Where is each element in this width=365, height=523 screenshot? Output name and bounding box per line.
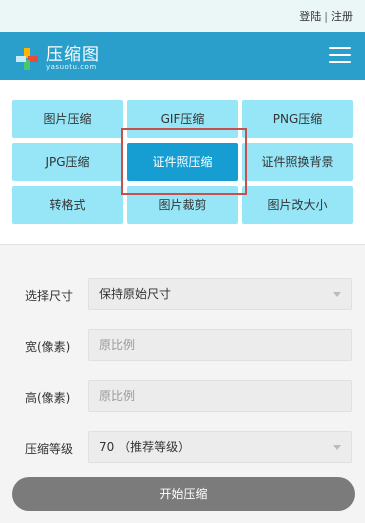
tool-image-crop-button[interactable]: 图片裁剪 bbox=[127, 186, 238, 224]
tool-png-compress-button[interactable]: PNG压缩 bbox=[242, 100, 353, 138]
pinwheel-logo-icon[interactable] bbox=[14, 46, 40, 72]
tool-grid: 图片压缩 GIF压缩 PNG压缩 JPG压缩 证件照压缩 证件照换背景 转格式 … bbox=[0, 80, 365, 245]
level-label: 压缩等级 bbox=[25, 442, 74, 456]
account-links: 登陆 | 注册 bbox=[299, 8, 353, 24]
size-select[interactable]: 保持原始尺寸 bbox=[88, 278, 352, 310]
tool-id-photo-background-button[interactable]: 证件照换背景 bbox=[242, 143, 353, 181]
tool-convert-format-button[interactable]: 转格式 bbox=[12, 186, 123, 224]
link-separator: | bbox=[324, 10, 328, 23]
login-link[interactable]: 登陆 bbox=[299, 8, 321, 24]
level-select[interactable]: 70 （推荐等级） bbox=[88, 431, 352, 463]
size-label: 选择尺寸 bbox=[25, 289, 74, 303]
register-link[interactable]: 注册 bbox=[331, 8, 353, 24]
chevron-down-icon bbox=[333, 292, 341, 297]
width-input[interactable]: 原比例 bbox=[88, 329, 352, 361]
size-select-value: 保持原始尺寸 bbox=[99, 287, 172, 301]
width-label: 宽(像素) bbox=[25, 340, 71, 354]
site-header: 压缩图 yasuotu.com bbox=[0, 32, 365, 80]
height-input[interactable]: 原比例 bbox=[88, 380, 352, 412]
height-label: 高(像素) bbox=[25, 391, 71, 405]
site-logo-subtitle: yasuotu.com bbox=[46, 63, 97, 71]
level-select-value: 70 （推荐等级） bbox=[99, 440, 191, 454]
site-logo-title[interactable]: 压缩图 bbox=[46, 40, 100, 65]
tool-jpg-compress-button[interactable]: JPG压缩 bbox=[12, 143, 123, 181]
hamburger-icon[interactable] bbox=[329, 46, 351, 65]
start-compress-button[interactable]: 开始压缩 bbox=[12, 477, 355, 511]
chevron-down-icon bbox=[333, 445, 341, 450]
tool-id-photo-compress-button[interactable]: 证件照压缩 bbox=[127, 143, 238, 181]
tool-image-compress-button[interactable]: 图片压缩 bbox=[12, 100, 123, 138]
tool-image-resize-button[interactable]: 图片改大小 bbox=[242, 186, 353, 224]
tool-gif-compress-button[interactable]: GIF压缩 bbox=[127, 100, 238, 138]
top-bar: 登陆 | 注册 bbox=[0, 0, 365, 32]
